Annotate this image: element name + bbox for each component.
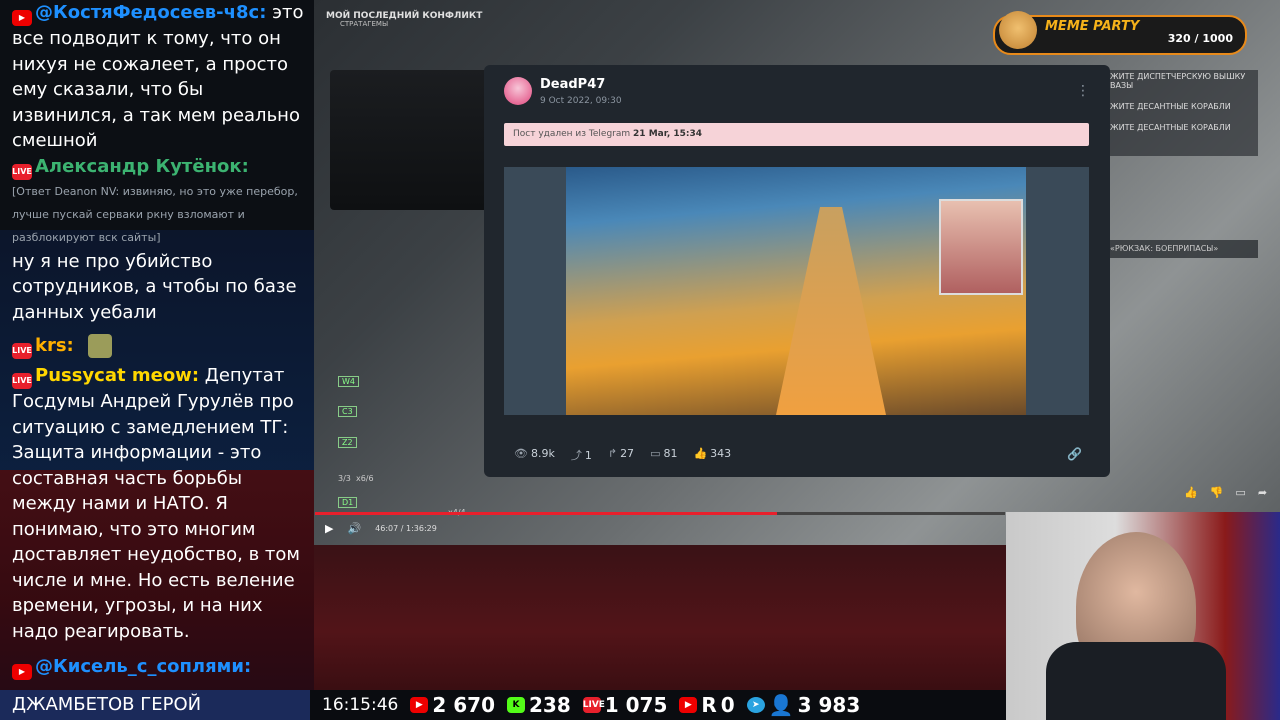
emote-icon [87,334,112,358]
chat-author[interactable]: @КостяФедосеев-ч8с: [35,2,266,23]
volume-icon[interactable]: 🔊 [347,522,361,535]
r-icon: R [701,693,717,717]
bridge-road [776,207,886,415]
views-stat: 👁 8.9k [514,447,555,460]
meme-party-widget: MEME PARTY 320 / 1000 [993,11,1247,55]
streamer-webcam [1006,512,1280,720]
youtube-icon: ▶ [12,10,32,26]
post-author[interactable]: DeadP47 [540,77,605,92]
post-video[interactable] [504,167,1089,415]
vklive-viewers: LIVE 1 075 [582,693,668,717]
hud-subtitle: СТРАТАГЕМЫ [340,20,389,28]
post-date: 9 Oct 2022, 09:30 [540,96,622,106]
objective-item: ЖИТЕ ДЕСАНТНЫЕ КОРАБЛИ [1110,102,1231,111]
play-icon[interactable]: ▶ [325,522,333,535]
player-controls: ▶ 🔊 46:07 / 1:36:29 [325,522,437,535]
chat-message: LIVE krs: [0,333,314,359]
pack-label: «РЮКЗАК: БОЕПРИПАСЫ» [1110,240,1258,258]
youtube-viewers: ▶ 2 670 [410,693,495,717]
video-progress-bar[interactable] [315,512,1005,515]
kick-viewers: K 238 [507,693,571,717]
avatar[interactable] [504,77,532,105]
doge-icon [999,11,1037,49]
chat-panel: ▶ @КостяФедосеев-ч8с: это все подводит к … [0,0,314,690]
user-icon: 👤 [768,693,794,717]
forward-icon: ↱ [607,447,618,460]
comment-icon[interactable]: ▭ [1235,486,1245,499]
chat-message: ▶ @КостяФедосеев-ч8с: это все подводит к … [0,0,314,154]
train-scene [330,70,490,210]
objective-item: ЖИТЕ ДИСПЕТЧЕРСКУЮ ВЫШКУ ВАЗЫ [1110,72,1246,90]
shares-stat[interactable]: ⤴ 1 [571,447,592,463]
player-time: 46:07 / 1:36:29 [375,524,437,533]
telegram-icon: ➤ [746,697,765,713]
vk-live-icon: LIVE [12,163,32,180]
chat-text: ну я не про убийство сотрудников, а чтоб… [12,250,297,323]
vk-live-icon: LIVE [12,373,32,389]
share-icon: ⤴ [570,449,582,462]
chat-text: это все подводит к тому, что он нихуя не… [12,2,304,151]
reaction-icons: 👍 👎 ▭ ➦ [1184,486,1267,499]
loadout-row-2: C3 [338,406,452,424]
rutube-icon: ▶ [679,697,698,713]
ammo-row: 3/3 x6/6 [338,474,374,483]
stream-clock: 16:15:46 [322,695,399,715]
game-lower-area [314,545,1006,690]
thumbs-up-icon: 👍 [693,447,708,460]
dislike-icon[interactable]: 👎 [1210,486,1224,499]
streamer-body [1046,642,1226,720]
stream-stats-bar: ДЖАМБЕТОВ ГЕРОЙ 16:15:46 ▶ 2 670 K 238 LIV… [0,690,1006,720]
loadout-row-1: W4 [338,376,452,394]
progress-fill [315,512,778,515]
video-webcam-overlay [939,199,1023,295]
chat-message: ▶ @Кисель_с_соплями: [0,654,314,680]
youtube-icon: ▶ [12,664,32,680]
chat-author[interactable]: @Кисель_с_соплями: [35,656,251,677]
eye-icon: 👁 [514,447,528,460]
loadout-row-3: Z2 [338,437,452,455]
chat-reply: [Ответ Deanon NV: извиняю, но это уже пе… [12,184,298,244]
comments-stat[interactable]: ▭ 81 [650,447,677,463]
like-icon[interactable]: 👍 [1184,486,1198,499]
post-stats: 👁 8.9k ⤴ 1 ↱ 27 ▭ 81 👍 343 [514,447,731,463]
chat-message: LIVE Александр Кутёнок: [Ответ Deanon NV:… [0,154,314,326]
likes-stat[interactable]: 👍 343 [693,447,731,463]
vk-live-icon: LIVE [582,697,605,713]
chat-author[interactable]: krs: [35,335,74,356]
bottom-chat-text: ДЖАМБЕТОВ ГЕРОЙ [0,690,310,720]
vk-live-icon: LIVE [12,343,32,359]
telegram-viewers: ➤ 👤 3 983 [746,693,860,717]
comment-icon: ▭ [650,447,661,460]
share-icon[interactable]: ➦ [1258,486,1267,499]
post-card: DeadP47 9 Oct 2022, 09:30 ⋮ Пост удален … [484,65,1110,477]
forwards-stat[interactable]: ↱ 27 [608,447,634,463]
kick-icon: K [507,697,525,713]
more-menu-icon[interactable]: ⋮ [1076,83,1090,99]
chat-message: LIVE Pussycat meow: Депутат Госдумы Андре… [0,363,314,644]
chat-author[interactable]: Pussycat meow: [35,365,199,386]
chat-text: Депутат Госдумы Андрей Гурулёв про ситуа… [12,365,300,642]
youtube-icon: ▶ [410,697,429,713]
meme-score: 320 / 1000 [1167,32,1233,45]
objective-item: ЖИТЕ ДЕСАНТНЫЕ КОРАБЛИ [1110,123,1231,132]
deleted-notice: Пост удален из Telegram 21 Mar, 15:34 [504,123,1089,146]
objectives-panel: ЖИТЕ ДИСПЕТЧЕРСКУЮ ВЫШКУ ВАЗЫ ЖИТЕ ДЕСАН… [1110,70,1258,156]
meme-title: MEME PARTY [1045,19,1140,34]
link-icon[interactable]: 🔗 [1067,447,1082,461]
chat-author[interactable]: Александр Кутёнок: [35,156,249,177]
rutube-viewers: ▶ R 0 [679,693,735,717]
